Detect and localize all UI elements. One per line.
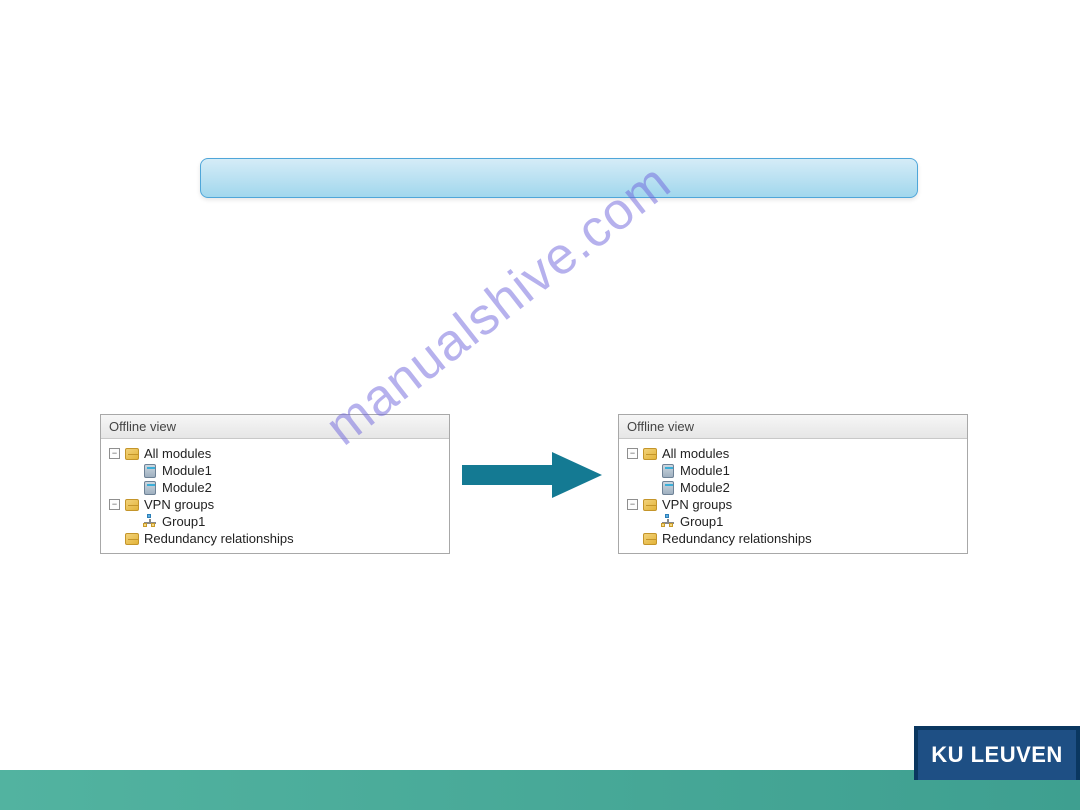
expand-toggle[interactable]: − bbox=[109, 448, 120, 459]
tree-item-vpn-groups[interactable]: − VPN groups bbox=[105, 496, 445, 513]
footer-logo-text: KU LEUVEN bbox=[931, 742, 1063, 768]
tree-item-redundancy[interactable]: · Redundancy relationships bbox=[105, 530, 445, 547]
tree-label: VPN groups bbox=[662, 496, 732, 513]
footer-logo: KU LEUVEN bbox=[914, 726, 1080, 780]
box-icon bbox=[642, 497, 658, 513]
tree-item-module1[interactable]: · Module1 bbox=[105, 462, 445, 479]
tree-label: Module2 bbox=[680, 479, 730, 496]
tree-label: Group1 bbox=[680, 513, 723, 530]
tree-label: Module2 bbox=[162, 479, 212, 496]
tree-item-group1[interactable]: · Group1 bbox=[105, 513, 445, 530]
tree-view: − All modules · Module1 · Module2 − VPN … bbox=[619, 439, 967, 553]
server-icon bbox=[142, 480, 158, 496]
box-icon bbox=[124, 531, 140, 547]
tree-item-all-modules[interactable]: − All modules bbox=[105, 445, 445, 462]
tree-item-group1[interactable]: · Group1 bbox=[623, 513, 963, 530]
tree-label: VPN groups bbox=[144, 496, 214, 513]
tree-label: Redundancy relationships bbox=[662, 530, 812, 547]
expand-toggle[interactable]: − bbox=[109, 499, 120, 510]
box-icon bbox=[642, 531, 658, 547]
tree-item-vpn-groups[interactable]: − VPN groups bbox=[623, 496, 963, 513]
expand-toggle[interactable]: − bbox=[627, 448, 638, 459]
server-icon bbox=[660, 480, 676, 496]
server-icon bbox=[142, 463, 158, 479]
tree-label: Redundancy relationships bbox=[144, 530, 294, 547]
server-icon bbox=[660, 463, 676, 479]
tree-item-module1[interactable]: · Module1 bbox=[623, 462, 963, 479]
panel-header[interactable]: Offline view bbox=[101, 415, 449, 439]
tree-label: All modules bbox=[662, 445, 729, 462]
tree-view: − All modules · Module1 · Module2 − VPN … bbox=[101, 439, 449, 553]
tree-item-redundancy[interactable]: · Redundancy relationships bbox=[623, 530, 963, 547]
offline-view-panel-left: Offline view − All modules · Module1 · M… bbox=[100, 414, 450, 554]
tree-label: Module1 bbox=[162, 462, 212, 479]
arrow-right-icon bbox=[462, 450, 602, 500]
network-icon bbox=[142, 514, 158, 530]
title-bar bbox=[200, 158, 918, 198]
box-icon bbox=[124, 497, 140, 513]
offline-view-panel-right: Offline view − All modules · Module1 · M… bbox=[618, 414, 968, 554]
watermark-text: manualshive.com bbox=[315, 102, 746, 457]
tree-item-module2[interactable]: · Module2 bbox=[105, 479, 445, 496]
network-icon bbox=[660, 514, 676, 530]
panel-header[interactable]: Offline view bbox=[619, 415, 967, 439]
tree-label: All modules bbox=[144, 445, 211, 462]
expand-toggle[interactable]: − bbox=[627, 499, 638, 510]
tree-label: Group1 bbox=[162, 513, 205, 530]
box-icon bbox=[124, 446, 140, 462]
tree-item-all-modules[interactable]: − All modules bbox=[623, 445, 963, 462]
tree-item-module2[interactable]: · Module2 bbox=[623, 479, 963, 496]
tree-label: Module1 bbox=[680, 462, 730, 479]
box-icon bbox=[642, 446, 658, 462]
